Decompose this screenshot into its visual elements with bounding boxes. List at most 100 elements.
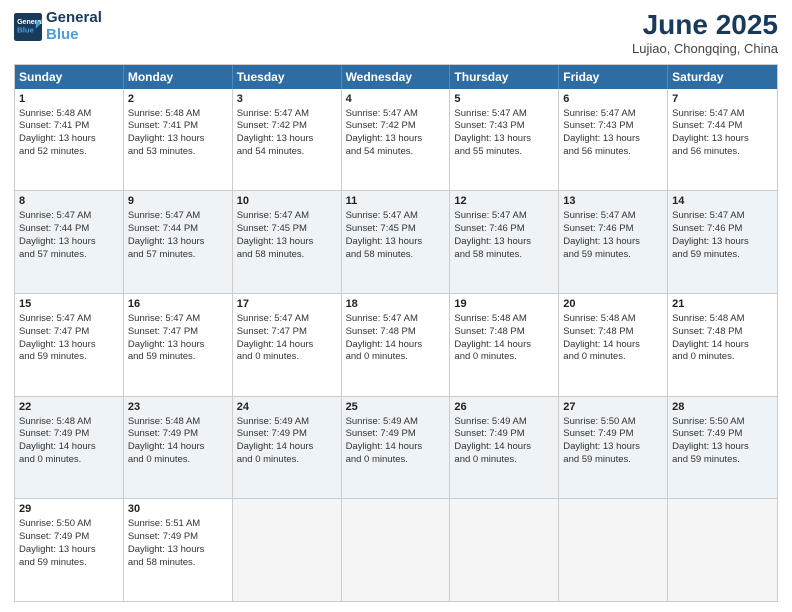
day-info: Daylight: 13 hours	[19, 236, 119, 249]
header-day-wednesday: Wednesday	[342, 65, 451, 89]
day-info: and 0 minutes.	[19, 454, 119, 467]
day-info: and 58 minutes.	[128, 557, 228, 570]
day-info: Sunrise: 5:47 AM	[346, 108, 446, 121]
day-info: and 59 minutes.	[672, 249, 773, 262]
calendar-cell: 26Sunrise: 5:49 AMSunset: 7:49 PMDayligh…	[450, 397, 559, 499]
day-info: and 54 minutes.	[237, 146, 337, 159]
calendar-cell: 16Sunrise: 5:47 AMSunset: 7:47 PMDayligh…	[124, 294, 233, 396]
day-info: Daylight: 13 hours	[346, 236, 446, 249]
day-info: Daylight: 14 hours	[346, 339, 446, 352]
day-info: Daylight: 13 hours	[128, 339, 228, 352]
calendar-cell: 4Sunrise: 5:47 AMSunset: 7:42 PMDaylight…	[342, 89, 451, 191]
day-info: Daylight: 13 hours	[128, 236, 228, 249]
calendar-row-5: 29Sunrise: 5:50 AMSunset: 7:49 PMDayligh…	[15, 499, 777, 601]
header-day-saturday: Saturday	[668, 65, 777, 89]
day-number: 10	[237, 194, 337, 209]
calendar-row-3: 15Sunrise: 5:47 AMSunset: 7:47 PMDayligh…	[15, 294, 777, 397]
day-number: 15	[19, 297, 119, 312]
day-info: Sunset: 7:49 PM	[454, 428, 554, 441]
day-number: 30	[128, 502, 228, 517]
day-info: and 58 minutes.	[237, 249, 337, 262]
day-info: Daylight: 13 hours	[19, 339, 119, 352]
day-number: 19	[454, 297, 554, 312]
day-info: Sunset: 7:41 PM	[19, 120, 119, 133]
day-info: Sunset: 7:44 PM	[128, 223, 228, 236]
day-number: 8	[19, 194, 119, 209]
day-number: 26	[454, 400, 554, 415]
day-info: Sunrise: 5:48 AM	[128, 108, 228, 121]
day-number: 25	[346, 400, 446, 415]
day-number: 4	[346, 92, 446, 107]
calendar-cell: 23Sunrise: 5:48 AMSunset: 7:49 PMDayligh…	[124, 397, 233, 499]
calendar-cell: 15Sunrise: 5:47 AMSunset: 7:47 PMDayligh…	[15, 294, 124, 396]
day-info: Sunset: 7:41 PM	[128, 120, 228, 133]
day-info: and 56 minutes.	[672, 146, 773, 159]
day-info: and 52 minutes.	[19, 146, 119, 159]
calendar-row-4: 22Sunrise: 5:48 AMSunset: 7:49 PMDayligh…	[15, 397, 777, 500]
day-info: Sunset: 7:49 PM	[128, 428, 228, 441]
subtitle: Lujiao, Chongqing, China	[632, 41, 778, 56]
day-number: 1	[19, 92, 119, 107]
calendar-header: SundayMondayTuesdayWednesdayThursdayFrid…	[15, 65, 777, 89]
day-info: Sunrise: 5:47 AM	[346, 313, 446, 326]
day-info: Sunrise: 5:49 AM	[346, 416, 446, 429]
day-number: 20	[563, 297, 663, 312]
header-day-friday: Friday	[559, 65, 668, 89]
day-number: 7	[672, 92, 773, 107]
day-info: and 57 minutes.	[19, 249, 119, 262]
day-info: Sunrise: 5:47 AM	[672, 108, 773, 121]
calendar: SundayMondayTuesdayWednesdayThursdayFrid…	[14, 64, 778, 602]
day-info: Sunrise: 5:48 AM	[563, 313, 663, 326]
calendar-cell: 29Sunrise: 5:50 AMSunset: 7:49 PMDayligh…	[15, 499, 124, 601]
calendar-cell: 8Sunrise: 5:47 AMSunset: 7:44 PMDaylight…	[15, 191, 124, 293]
day-info: and 59 minutes.	[563, 249, 663, 262]
calendar-cell: 7Sunrise: 5:47 AMSunset: 7:44 PMDaylight…	[668, 89, 777, 191]
day-info: Sunrise: 5:47 AM	[454, 210, 554, 223]
day-info: Sunrise: 5:47 AM	[672, 210, 773, 223]
day-number: 11	[346, 194, 446, 209]
day-info: Daylight: 13 hours	[19, 544, 119, 557]
day-info: Daylight: 14 hours	[454, 339, 554, 352]
day-number: 9	[128, 194, 228, 209]
day-info: and 0 minutes.	[346, 351, 446, 364]
day-info: and 0 minutes.	[346, 454, 446, 467]
calendar-cell: 30Sunrise: 5:51 AMSunset: 7:49 PMDayligh…	[124, 499, 233, 601]
day-info: Sunset: 7:49 PM	[19, 531, 119, 544]
calendar-cell: 24Sunrise: 5:49 AMSunset: 7:49 PMDayligh…	[233, 397, 342, 499]
day-number: 16	[128, 297, 228, 312]
day-number: 17	[237, 297, 337, 312]
day-info: and 59 minutes.	[563, 454, 663, 467]
calendar-row-2: 8Sunrise: 5:47 AMSunset: 7:44 PMDaylight…	[15, 191, 777, 294]
day-info: Daylight: 13 hours	[672, 236, 773, 249]
day-info: Daylight: 14 hours	[672, 339, 773, 352]
day-info: Sunrise: 5:47 AM	[563, 210, 663, 223]
calendar-cell: 10Sunrise: 5:47 AMSunset: 7:45 PMDayligh…	[233, 191, 342, 293]
day-info: and 58 minutes.	[454, 249, 554, 262]
day-info: Sunrise: 5:47 AM	[237, 210, 337, 223]
day-info: and 53 minutes.	[128, 146, 228, 159]
day-info: Sunrise: 5:47 AM	[19, 210, 119, 223]
calendar-cell: 13Sunrise: 5:47 AMSunset: 7:46 PMDayligh…	[559, 191, 668, 293]
day-info: and 0 minutes.	[563, 351, 663, 364]
day-number: 6	[563, 92, 663, 107]
calendar-cell	[233, 499, 342, 601]
day-info: Sunset: 7:49 PM	[563, 428, 663, 441]
day-info: Sunrise: 5:48 AM	[128, 416, 228, 429]
day-info: Daylight: 13 hours	[19, 133, 119, 146]
day-info: Daylight: 14 hours	[19, 441, 119, 454]
day-info: Daylight: 13 hours	[128, 133, 228, 146]
day-number: 23	[128, 400, 228, 415]
day-info: Sunset: 7:45 PM	[237, 223, 337, 236]
calendar-cell: 27Sunrise: 5:50 AMSunset: 7:49 PMDayligh…	[559, 397, 668, 499]
day-info: Sunset: 7:42 PM	[237, 120, 337, 133]
calendar-cell	[559, 499, 668, 601]
logo-text: General Blue	[46, 10, 102, 43]
calendar-cell: 22Sunrise: 5:48 AMSunset: 7:49 PMDayligh…	[15, 397, 124, 499]
day-info: Sunset: 7:46 PM	[672, 223, 773, 236]
header-day-sunday: Sunday	[15, 65, 124, 89]
day-info: Sunset: 7:47 PM	[128, 326, 228, 339]
day-info: and 0 minutes.	[237, 351, 337, 364]
day-info: Sunset: 7:48 PM	[454, 326, 554, 339]
calendar-cell: 21Sunrise: 5:48 AMSunset: 7:48 PMDayligh…	[668, 294, 777, 396]
day-info: Daylight: 14 hours	[237, 441, 337, 454]
